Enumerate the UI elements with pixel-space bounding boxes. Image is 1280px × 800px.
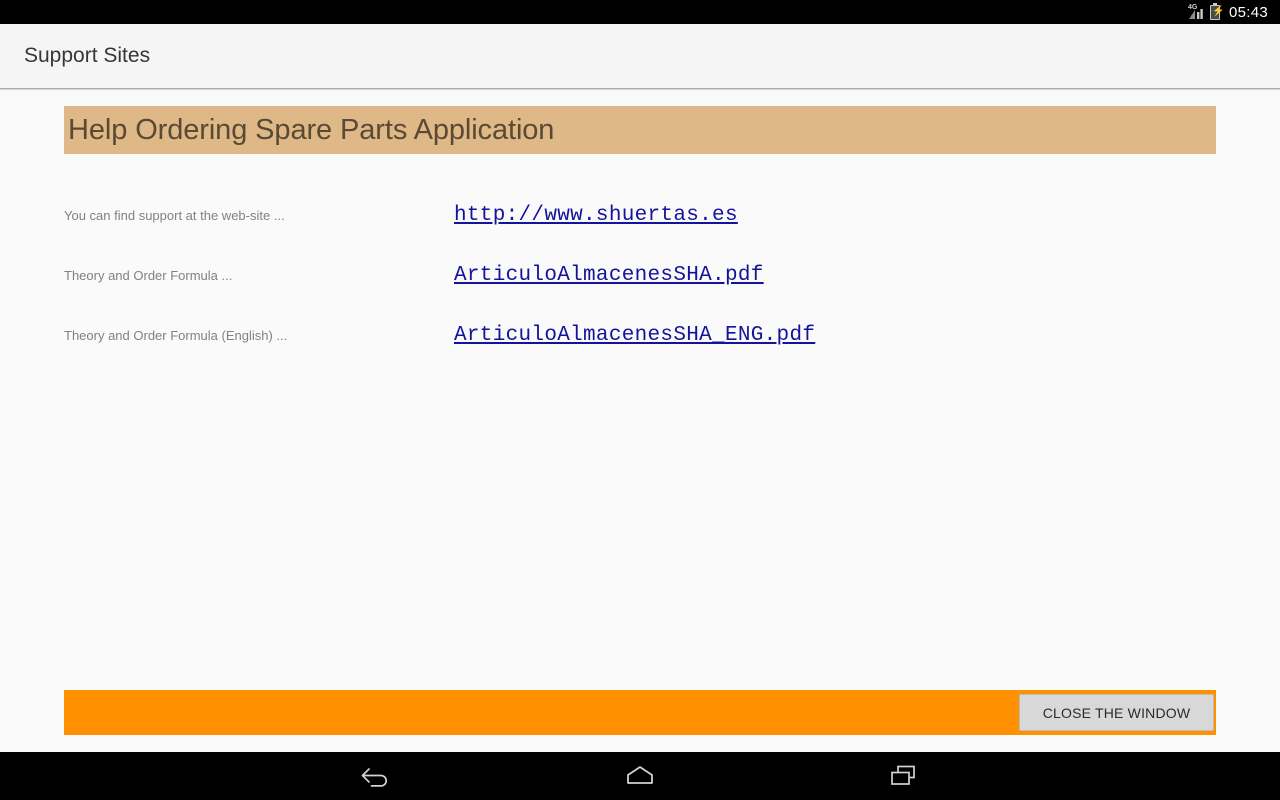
support-links-list: You can find support at the web-site ...… — [64, 204, 1216, 384]
android-screen: 4G ⚡ 05:43 Support Sites Help Ordering S… — [0, 0, 1280, 800]
app-bar: Support Sites — [0, 24, 1280, 88]
theory-formula-english-pdf-link[interactable]: ArticuloAlmacenesSHA_ENG.pdf — [454, 324, 815, 347]
back-arrow-icon[interactable] — [348, 756, 404, 796]
android-navigation-bar — [0, 752, 1280, 800]
network-type-label: 4G — [1187, 3, 1198, 11]
page-header-banner: Help Ordering Spare Parts Application — [64, 106, 1216, 154]
status-bar: 4G ⚡ 05:43 — [0, 0, 1280, 24]
bottom-action-bar: CLOSE THE WINDOW — [64, 690, 1216, 735]
app-bar-title: Support Sites — [24, 44, 151, 67]
status-icons: 4G ⚡ 05:43 — [1187, 2, 1268, 21]
battery-bolt-glyph: ⚡ — [1211, 5, 1225, 17]
list-item: Theory and Order Formula (English) ... A… — [64, 324, 1216, 384]
list-item: You can find support at the web-site ...… — [64, 204, 1216, 264]
close-the-window-button[interactable]: CLOSE THE WINDOW — [1019, 694, 1214, 731]
status-clock: 05:43 — [1228, 3, 1268, 21]
recent-apps-icon[interactable] — [876, 756, 932, 796]
home-icon[interactable] — [612, 756, 668, 796]
support-website-link[interactable]: http://www.shuertas.es — [454, 204, 738, 227]
content-area: Help Ordering Spare Parts Application Yo… — [0, 91, 1280, 752]
page-title: Help Ordering Spare Parts Application — [68, 113, 555, 146]
list-item: Theory and Order Formula ... ArticuloAlm… — [64, 264, 1216, 324]
theory-formula-label: Theory and Order Formula ... — [64, 268, 233, 283]
battery-charging-icon: ⚡ — [1209, 2, 1224, 20]
signal-bars-icon: 4G — [1187, 3, 1205, 20]
support-website-label: You can find support at the web-site ... — [64, 208, 285, 223]
theory-formula-english-label: Theory and Order Formula (English) ... — [64, 328, 288, 343]
theory-formula-pdf-link[interactable]: ArticuloAlmacenesSHA.pdf — [454, 264, 764, 287]
